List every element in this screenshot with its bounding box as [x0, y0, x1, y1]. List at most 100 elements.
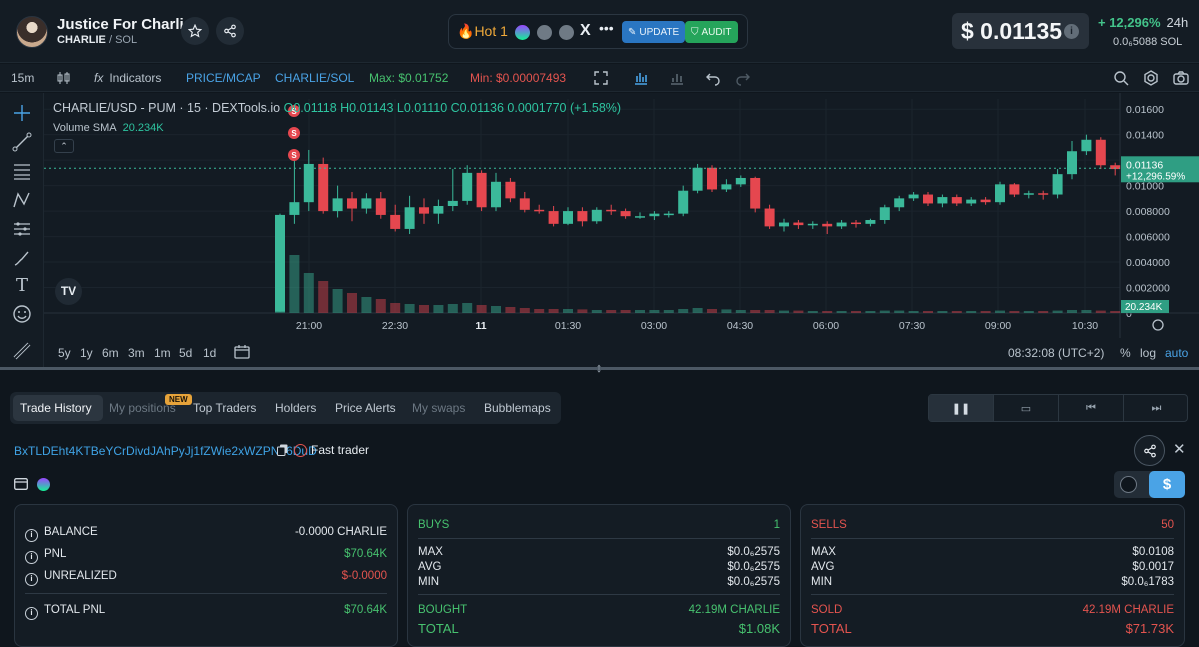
- favorite-button[interactable]: [181, 17, 209, 45]
- candle[interactable]: [678, 190, 689, 214]
- candle-type-icon[interactable]: [56, 70, 72, 86]
- candle[interactable]: [1023, 193, 1034, 195]
- tab-bubblemaps[interactable]: Bubblemaps: [484, 401, 551, 415]
- candle[interactable]: [750, 177, 761, 209]
- candle[interactable]: [1009, 184, 1020, 195]
- candle[interactable]: [980, 199, 991, 203]
- candle[interactable]: [404, 207, 415, 229]
- candle[interactable]: [375, 198, 386, 215]
- timeframe-5d[interactable]: 5d: [179, 346, 192, 360]
- candle[interactable]: [908, 194, 919, 199]
- ruler-icon[interactable]: [12, 341, 32, 361]
- share-button[interactable]: [216, 17, 244, 45]
- share-wallet-button[interactable]: [1134, 435, 1165, 466]
- redo-icon[interactable]: [735, 70, 751, 86]
- candle[interactable]: [476, 172, 487, 208]
- sol-currency-button[interactable]: [1120, 476, 1137, 493]
- candle[interactable]: [995, 184, 1005, 203]
- candle[interactable]: [635, 216, 645, 218]
- wallet-icon[interactable]: [14, 478, 28, 490]
- candle[interactable]: [519, 198, 530, 210]
- candle[interactable]: [807, 223, 818, 226]
- tab-top-traders[interactable]: Top Traders: [193, 401, 256, 415]
- timeframe-6m[interactable]: 6m: [102, 346, 119, 360]
- collapse-legend-button[interactable]: ⌃: [54, 139, 74, 153]
- axis-settings-icon[interactable]: [1152, 319, 1164, 331]
- candle[interactable]: [433, 206, 444, 214]
- timeframe-5y[interactable]: 5y: [58, 346, 71, 360]
- play-next-button[interactable]: ⏭: [1124, 395, 1189, 421]
- candle[interactable]: [390, 214, 401, 229]
- candle[interactable]: [577, 211, 588, 222]
- candle[interactable]: [505, 181, 516, 199]
- tab-price-alerts[interactable]: Price Alerts: [335, 401, 396, 415]
- candle[interactable]: [563, 211, 573, 224]
- candle[interactable]: [649, 213, 660, 217]
- solana-icon[interactable]: [515, 25, 530, 40]
- info-icon[interactable]: i: [25, 551, 38, 564]
- candle[interactable]: [937, 197, 948, 204]
- x-twitter-icon[interactable]: X: [580, 22, 591, 40]
- candle[interactable]: [894, 198, 905, 208]
- candle[interactable]: [779, 222, 789, 227]
- candle[interactable]: [620, 211, 631, 217]
- candle[interactable]: [303, 163, 314, 203]
- candle[interactable]: [462, 172, 473, 201]
- crosshair-icon[interactable]: [12, 103, 32, 123]
- interval-selector[interactable]: 15m: [11, 71, 34, 85]
- info-icon[interactable]: i: [25, 529, 38, 542]
- close-icon[interactable]: ✕: [1173, 440, 1186, 458]
- calendar-button[interactable]: ▭: [994, 395, 1059, 421]
- chart-trades-icon[interactable]: [633, 70, 649, 86]
- candle[interactable]: [879, 207, 890, 221]
- candle[interactable]: [721, 184, 732, 190]
- candle[interactable]: [822, 223, 833, 227]
- pair-toggle[interactable]: CHARLIE/SOL: [275, 71, 354, 85]
- candle[interactable]: [534, 209, 545, 212]
- candle[interactable]: [332, 198, 343, 212]
- pause-button[interactable]: ❚❚: [929, 395, 994, 421]
- measure-lines-icon[interactable]: [12, 219, 32, 239]
- emoji-icon[interactable]: [12, 304, 32, 324]
- tab-my-swaps[interactable]: My swaps: [412, 401, 465, 415]
- bar-chart-icon[interactable]: [669, 70, 685, 86]
- tradingview-logo[interactable]: TV: [55, 278, 82, 305]
- candle[interactable]: [318, 163, 329, 212]
- candle[interactable]: [692, 167, 703, 191]
- brush-icon[interactable]: [12, 248, 32, 268]
- timeframe-1y[interactable]: 1y: [80, 346, 93, 360]
- info-icon[interactable]: i: [25, 607, 38, 620]
- candle[interactable]: [735, 177, 746, 185]
- date-range-icon[interactable]: [234, 344, 250, 360]
- candlestick-chart[interactable]: 0.016000.014000.012000.010000.0080000.00…: [44, 93, 1199, 338]
- trend-line-icon[interactable]: [12, 132, 32, 152]
- candle[interactable]: [1038, 193, 1049, 195]
- candle[interactable]: [1052, 174, 1063, 195]
- candle[interactable]: [1095, 139, 1106, 166]
- price-mcap-toggle[interactable]: PRICE/MCAP: [186, 71, 261, 85]
- candle[interactable]: [707, 167, 717, 190]
- resize-handle-icon[interactable]: ↕: [592, 360, 606, 378]
- fib-icon[interactable]: [12, 161, 32, 181]
- candle[interactable]: [447, 200, 458, 206]
- audit-button[interactable]: ⛉ AUDIT: [685, 21, 738, 43]
- percent-scale-toggle[interactable]: %: [1120, 346, 1131, 360]
- candle[interactable]: [1081, 139, 1092, 152]
- candle[interactable]: [851, 222, 861, 225]
- skip-start-button[interactable]: ⏮: [1059, 395, 1124, 421]
- candle[interactable]: [361, 198, 372, 209]
- timeframe-1d[interactable]: 1d: [203, 346, 216, 360]
- candle[interactable]: [836, 222, 847, 227]
- indicators-button[interactable]: fx Indicators: [94, 71, 161, 85]
- candle[interactable]: [764, 208, 775, 227]
- website-icon[interactable]: [537, 25, 552, 40]
- candle[interactable]: [347, 198, 357, 209]
- camera-icon[interactable]: [1173, 70, 1189, 86]
- tab-trade-history[interactable]: Trade History: [20, 401, 92, 415]
- candle[interactable]: [491, 181, 501, 208]
- update-button[interactable]: ✎ UPDATE: [622, 21, 686, 43]
- candle[interactable]: [419, 207, 429, 214]
- candle[interactable]: [606, 209, 617, 212]
- candle[interactable]: [966, 199, 977, 204]
- pattern-icon[interactable]: [12, 190, 32, 210]
